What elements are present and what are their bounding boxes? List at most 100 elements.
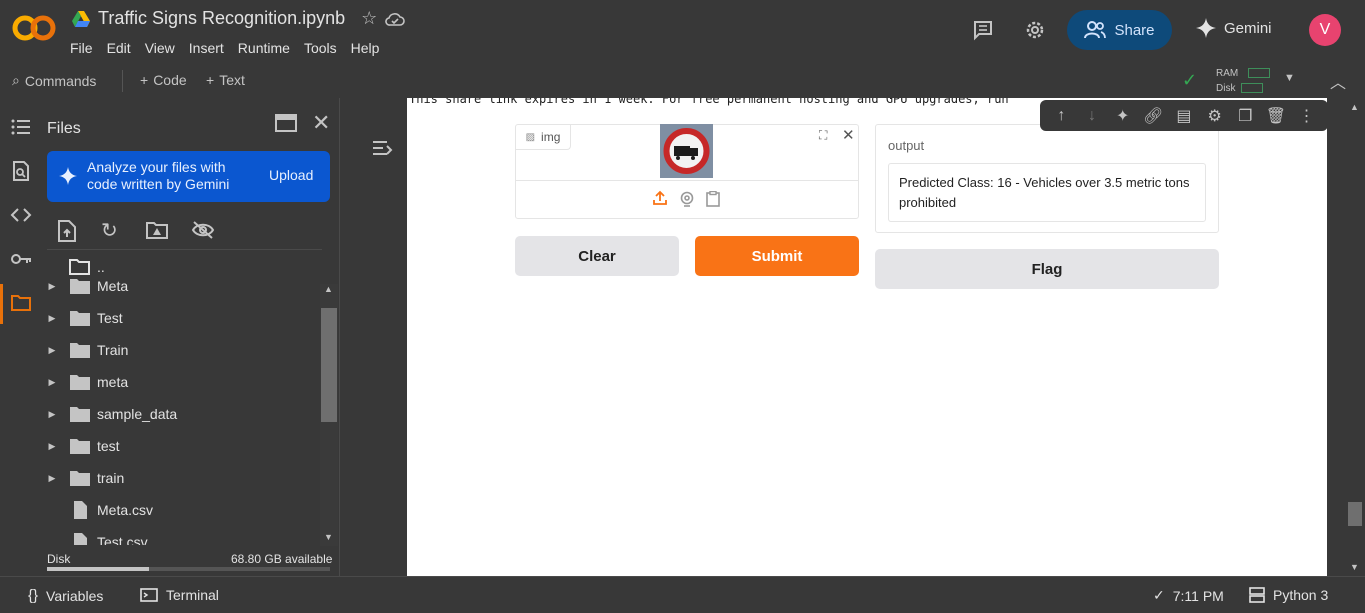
scroll-up-arrow-icon[interactable]: ▲ — [1350, 102, 1359, 112]
comment-icon[interactable] — [972, 19, 994, 41]
expand-caret-icon[interactable]: ▶ — [40, 345, 64, 356]
output-actions-icon[interactable] — [371, 138, 395, 158]
file-icon — [74, 501, 87, 519]
open-in-window-icon[interactable] — [275, 114, 297, 132]
upload-icon[interactable] — [652, 190, 668, 206]
flag-button[interactable]: Flag — [875, 249, 1219, 289]
menu-runtime[interactable]: Runtime — [238, 40, 297, 56]
scroll-down-arrow-icon[interactable]: ▼ — [324, 532, 333, 542]
file-tree-item-label: train — [97, 470, 125, 486]
expand-caret-icon[interactable]: ▶ — [40, 441, 64, 452]
runtime-status[interactable]: Python 3 — [1249, 587, 1328, 603]
execution-status[interactable]: ✓ 7:11 PM — [1153, 587, 1224, 604]
fullscreen-icon[interactable]: ⛶ — [819, 128, 827, 143]
folder-icon — [70, 439, 90, 454]
file-tree-item-label: Test.csv — [97, 534, 148, 545]
menu-insert[interactable]: Insert — [189, 40, 231, 56]
move-cell-up-icon[interactable]: ↑ — [1052, 107, 1070, 125]
file-tree-scrollbar-thumb[interactable] — [321, 308, 337, 422]
clipboard-icon[interactable] — [706, 191, 720, 207]
scroll-down-arrow-icon[interactable]: ▼ — [1350, 562, 1359, 572]
close-icon[interactable]: ✕ — [312, 110, 330, 136]
find-replace-icon[interactable] — [10, 160, 32, 182]
image-input-divider — [516, 180, 858, 181]
upload-button[interactable]: Upload — [269, 167, 313, 183]
commands-button[interactable]: ⌕ Commands — [12, 72, 96, 89]
hide-files-icon[interactable] — [191, 220, 215, 240]
active-indicator — [0, 284, 3, 324]
notebook-title[interactable]: Traffic Signs Recognition.ipynb — [98, 8, 345, 29]
expand-caret-icon[interactable]: ▶ — [40, 473, 64, 484]
submit-button[interactable]: Submit — [695, 236, 859, 276]
delete-icon[interactable]: 🗑︎ — [1266, 107, 1286, 125]
gemini-button[interactable]: Gemini — [1196, 18, 1272, 38]
resource-monitor[interactable]: RAM Disk — [1216, 66, 1271, 96]
notebook-scrollbar-thumb[interactable] — [1348, 502, 1362, 526]
mirror-cell-icon[interactable]: ❐ — [1236, 107, 1254, 125]
cell-toolbar: ↑ ↓ ✦ 🔗︎ ▤ ⚙︎ ❐ 🗑︎ ⋮ — [1040, 100, 1328, 131]
remove-image-icon[interactable]: ✕ — [842, 126, 855, 144]
file-tree-item-label: Train — [97, 342, 129, 358]
folder-icon — [70, 375, 90, 390]
share-button[interactable]: Share — [1067, 10, 1172, 50]
code-snippets-icon[interactable] — [10, 204, 32, 226]
gemini-sparkle-icon[interactable]: ✦ — [1114, 107, 1132, 125]
mount-drive-icon[interactable] — [146, 221, 168, 239]
files-folder-icon[interactable] — [10, 292, 32, 314]
disk-label: Disk — [1216, 83, 1236, 94]
expand-caret-icon[interactable]: ▶ — [40, 377, 64, 388]
cell-gutter — [341, 98, 407, 576]
disk-usage-fill — [47, 567, 149, 571]
star-icon[interactable]: ☆ — [361, 8, 377, 29]
output-textbox[interactable]: Predicted Class: 16 - Vehicles over 3.5 … — [888, 163, 1206, 222]
file-tree-item-file[interactable]: Test.csv — [40, 526, 320, 545]
settings-gear-icon[interactable]: ⚙︎ — [1206, 107, 1224, 125]
gemini-sparkle-icon — [1196, 18, 1216, 38]
menu-file[interactable]: File — [70, 40, 100, 56]
more-options-icon[interactable]: ⋮ — [1298, 107, 1316, 125]
scroll-up-arrow-icon[interactable]: ▲ — [324, 284, 333, 294]
expand-caret-icon[interactable]: ▶ — [40, 409, 64, 420]
file-tree-item-folder[interactable]: ▶ meta — [40, 366, 320, 398]
resource-dropdown-icon[interactable]: ▼ — [1284, 72, 1295, 84]
file-tree-item-folder[interactable]: ▶ train — [40, 462, 320, 494]
cloud-saved-icon[interactable] — [385, 11, 406, 27]
move-cell-down-icon[interactable]: ↓ — [1083, 107, 1101, 125]
user-avatar[interactable]: V — [1309, 14, 1341, 46]
settings-gear-icon[interactable] — [1024, 19, 1046, 41]
link-icon[interactable]: 🔗︎ — [1143, 107, 1163, 125]
files-panel-title: Files — [47, 120, 81, 137]
file-tree-item-folder[interactable]: ▶ Meta — [40, 270, 320, 302]
file-tree-item-folder[interactable]: ▶ sample_data — [40, 398, 320, 430]
execution-time: 7:11 PM — [1172, 587, 1224, 604]
menu-edit[interactable]: Edit — [107, 40, 138, 56]
google-drive-icon[interactable] — [72, 10, 90, 27]
add-text-button[interactable]: + Text — [206, 72, 245, 88]
secrets-key-icon[interactable] — [10, 248, 32, 270]
menu-view[interactable]: View — [145, 40, 182, 56]
menu-tools[interactable]: Tools — [304, 40, 344, 56]
refresh-icon[interactable]: ↻ — [101, 218, 118, 243]
expand-caret-icon[interactable]: ▶ — [40, 313, 64, 324]
expand-caret-icon[interactable]: ▶ — [40, 281, 64, 292]
webcam-icon[interactable] — [679, 191, 695, 207]
file-tree-item-file[interactable]: Meta.csv — [40, 494, 320, 526]
variables-button[interactable]: {} Variables — [28, 587, 103, 604]
terminal-button[interactable]: Terminal — [140, 587, 219, 603]
file-tree-item-folder[interactable]: ▶ test — [40, 430, 320, 462]
file-tree-item-folder[interactable]: ▶ Train — [40, 334, 320, 366]
colab-logo[interactable] — [12, 12, 56, 44]
comment-icon[interactable]: ▤ — [1175, 107, 1193, 125]
upload-file-icon[interactable] — [57, 220, 77, 242]
table-of-contents-icon[interactable] — [10, 116, 32, 138]
server-icon — [1249, 587, 1265, 603]
folder-icon — [70, 407, 90, 422]
file-tree-item-folder[interactable]: ▶ Test — [40, 302, 320, 334]
add-code-button[interactable]: + Code — [140, 72, 187, 88]
image-input[interactable]: ▨ img ⛶ ✕ — [515, 124, 859, 219]
collapse-header-icon[interactable]: ︿ — [1330, 69, 1346, 93]
menu-help[interactable]: Help — [351, 40, 387, 56]
status-bar: {} Variables Terminal ✓ 7:11 PM Python 3 — [0, 576, 1365, 613]
clear-button[interactable]: Clear — [515, 236, 679, 276]
gemini-analyze-banner[interactable]: Analyze your files with code written by … — [47, 151, 330, 202]
